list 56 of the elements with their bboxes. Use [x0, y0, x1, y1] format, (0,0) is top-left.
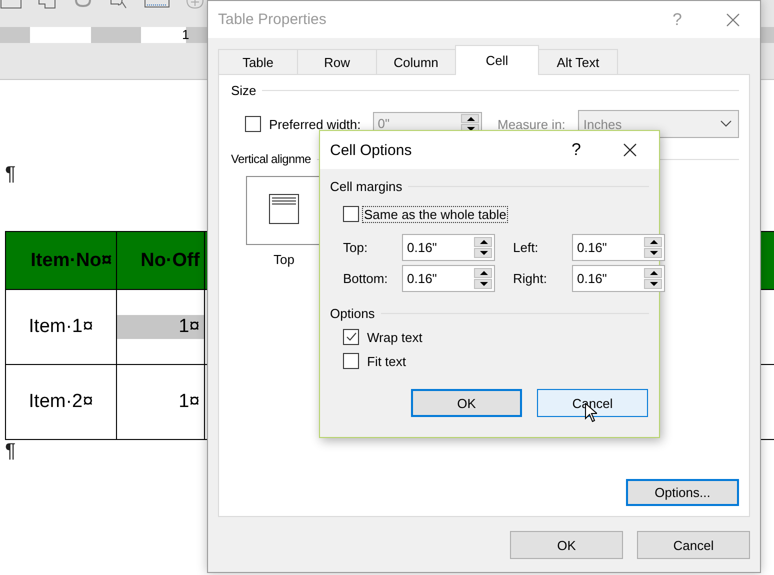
spin-down-button[interactable] — [644, 279, 662, 289]
tab[interactable]: Cell — [455, 45, 539, 75]
spin-down-button[interactable] — [474, 279, 492, 289]
checkbox-label: Preferred width: — [269, 116, 361, 132]
dialog-button[interactable]: OK — [510, 531, 623, 559]
field-label: Bottom: — [343, 271, 389, 286]
ruler-number: 1 — [182, 27, 190, 42]
spin-down-button[interactable] — [644, 248, 662, 258]
tab[interactable]: Table — [218, 49, 298, 74]
group-heading: Cell margins — [330, 179, 402, 194]
copy-icon[interactable] — [36, 0, 58, 10]
table-cell: 1¤ — [116, 315, 204, 339]
group-heading: Options — [330, 306, 375, 321]
tab[interactable]: Alt Text — [538, 49, 618, 74]
dialog-title: Table Properties — [218, 11, 328, 28]
field-label: Right: — [513, 271, 548, 286]
checkbox-label: Wrap text — [367, 330, 422, 344]
table-icon[interactable] — [144, 0, 170, 10]
chevron-down-icon — [720, 120, 732, 128]
group-heading: Vertical alignme — [231, 152, 311, 166]
checkbox[interactable] — [343, 329, 359, 345]
option-label: Top — [274, 252, 294, 267]
check-icon — [345, 331, 357, 343]
spin-down-button[interactable] — [474, 248, 492, 258]
dialog-button[interactable]: OK — [411, 389, 522, 417]
table-header-cell: Item·No¤ — [6, 232, 116, 290]
table-cell-text: Item·1¤ — [28, 315, 94, 339]
spin-up-button[interactable] — [474, 237, 492, 247]
table-cell-text: 1¤ — [178, 390, 201, 414]
dialog-button[interactable]: Cancel — [637, 531, 750, 559]
help-button[interactable]: ? — [572, 140, 581, 160]
spin-up-button[interactable] — [644, 268, 662, 278]
options-button[interactable]: Options... — [626, 479, 739, 506]
checkbox[interactable] — [343, 206, 359, 222]
dialog-title: Cell Options — [330, 142, 413, 158]
margin-field[interactable]: 0.16" — [572, 265, 665, 292]
paragraph-mark: ¶ — [5, 440, 16, 463]
group-heading: Size — [231, 83, 256, 98]
paragraph-mark: ¶ — [5, 163, 16, 186]
field-label: Top: — [343, 240, 369, 255]
checkbox-label: Same as the whole table — [363, 206, 508, 222]
table-header-cell: No·Off — [116, 232, 204, 290]
field-label: Left: — [513, 240, 540, 255]
document-icon[interactable] — [0, 0, 22, 10]
close-icon[interactable] — [623, 143, 637, 157]
field-label: Measure in: — [497, 116, 566, 132]
spin-up-button[interactable] — [474, 268, 492, 278]
margin-field[interactable]: 0.16" — [572, 234, 665, 261]
margin-field[interactable]: 0.16" — [402, 234, 495, 261]
table-cell-text: Item·2¤ — [28, 390, 94, 414]
checkbox-label: Fit text — [367, 354, 406, 368]
checkbox[interactable] — [343, 353, 359, 369]
align-top-icon — [269, 194, 299, 224]
alignment-option[interactable] — [246, 176, 322, 245]
spin-up-button[interactable] — [644, 237, 662, 247]
margin-field[interactable]: 0.16" — [402, 265, 495, 292]
